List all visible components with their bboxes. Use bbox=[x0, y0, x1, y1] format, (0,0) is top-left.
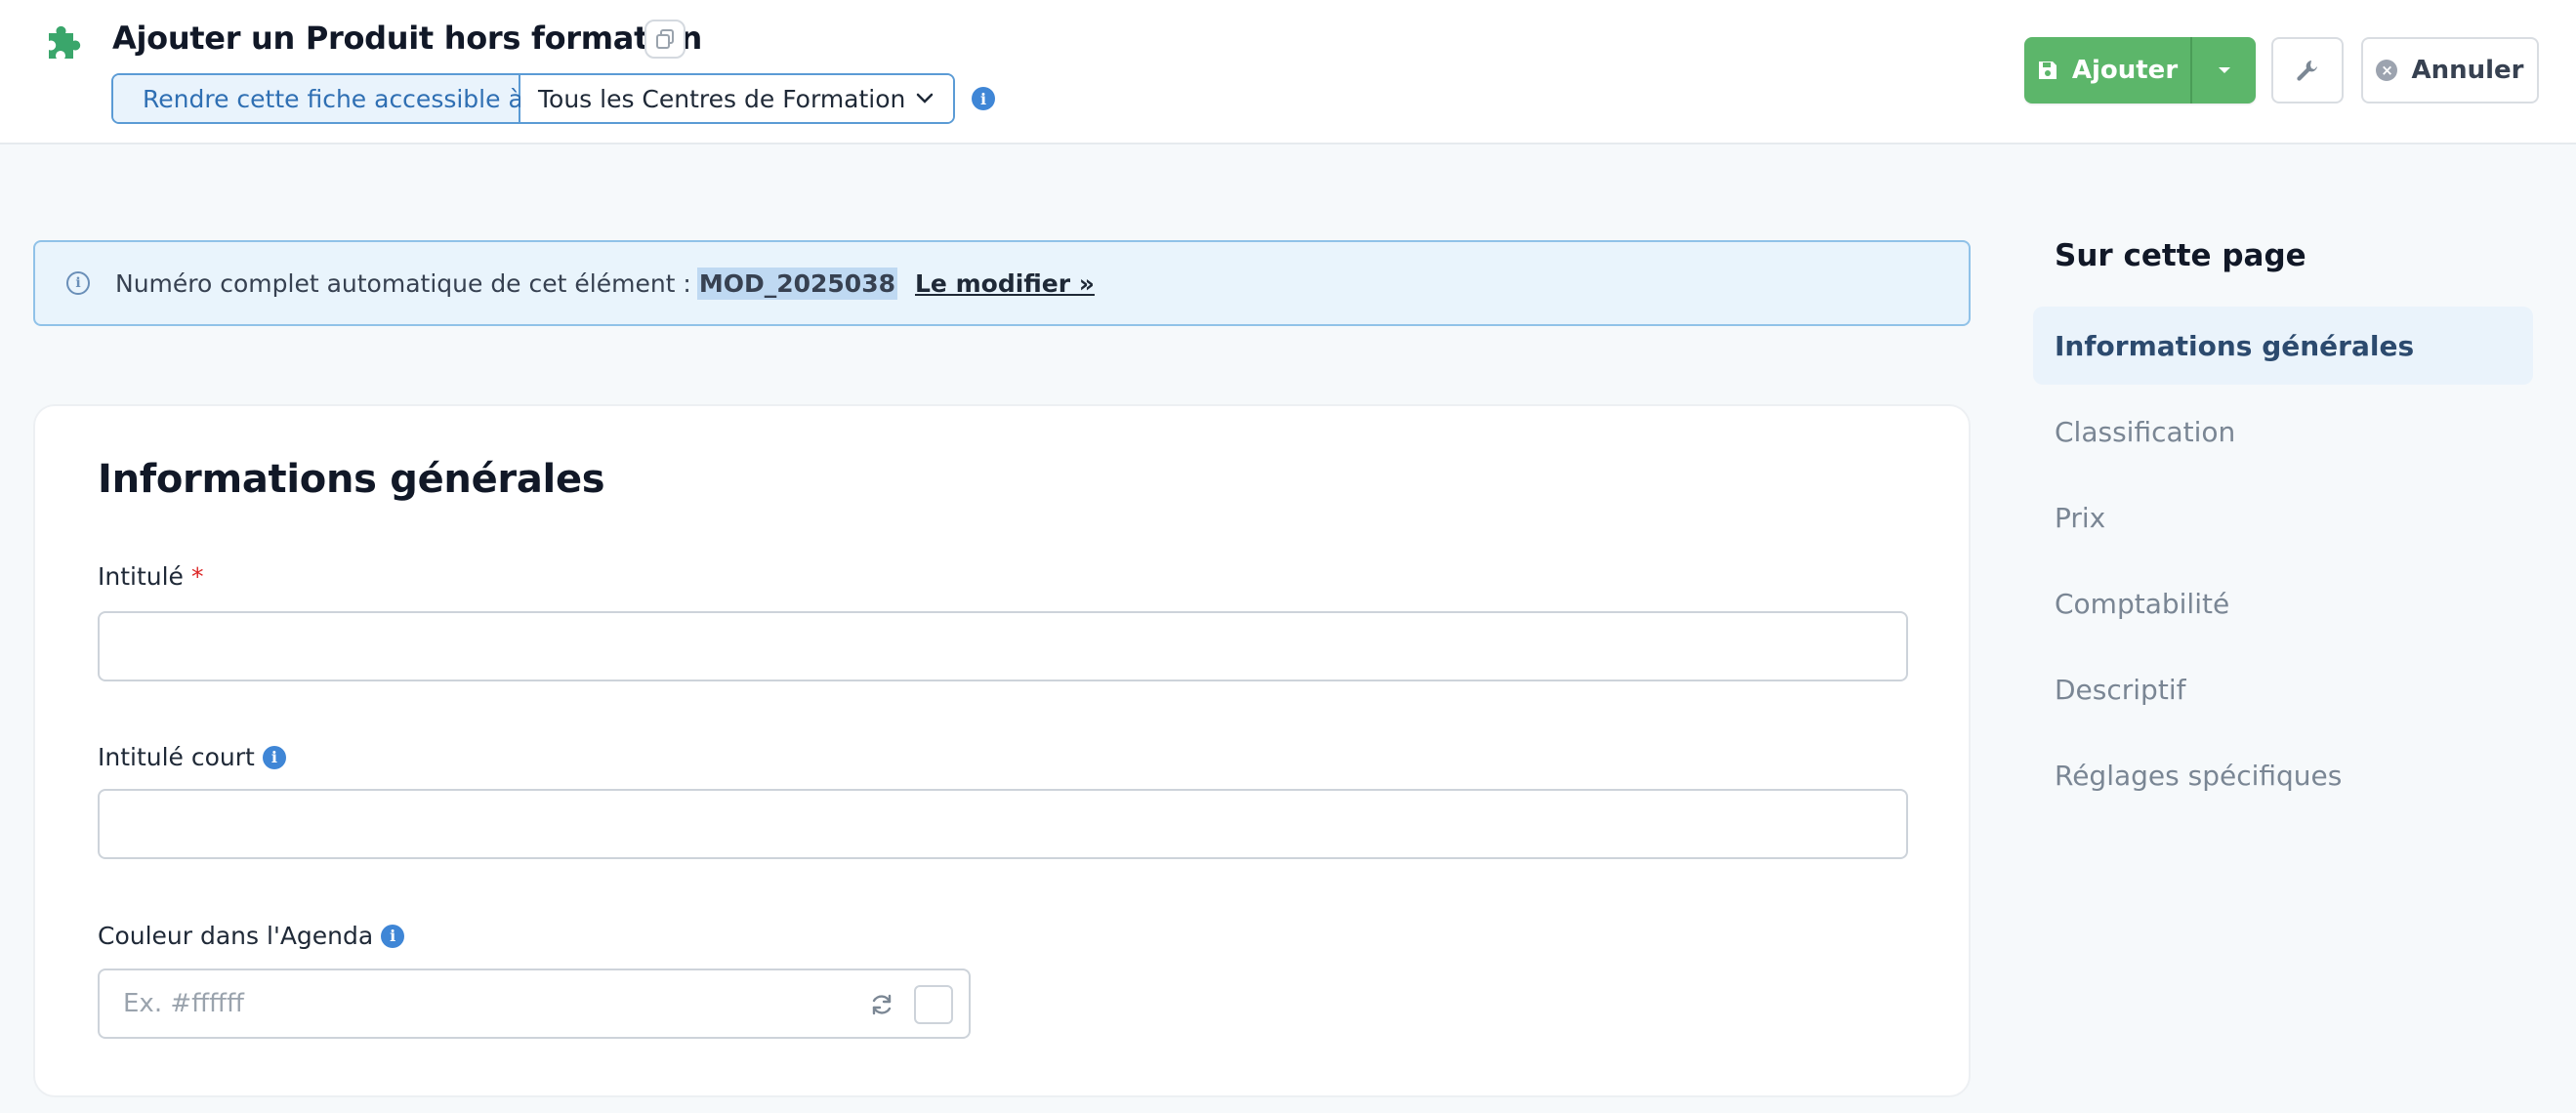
banner-text: Numéro complet automatique de cet élémen… bbox=[115, 268, 691, 298]
intitule-court-info-icon[interactable]: i bbox=[262, 745, 286, 769]
intitule-court-label: Intitulé court i bbox=[98, 743, 286, 771]
toc-nav: Informations générales Classification Pr… bbox=[2033, 307, 2533, 822]
page-header: Ajouter un Produit hors formation Rendre… bbox=[0, 0, 2576, 144]
page-title: Ajouter un Produit hors formation bbox=[112, 20, 702, 57]
toc-item-classification[interactable]: Classification bbox=[2033, 392, 2533, 471]
required-marker: * bbox=[190, 562, 204, 591]
wrench-icon bbox=[2297, 61, 2317, 81]
x-circle-icon: × bbox=[2376, 60, 2398, 81]
cancel-button-label: Annuler bbox=[2411, 56, 2524, 85]
intitule-input[interactable] bbox=[98, 611, 1908, 681]
color-input-placeholder: Ex. #ffffff bbox=[123, 989, 244, 1018]
toc-item-descriptif[interactable]: Descriptif bbox=[2033, 650, 2533, 728]
cancel-button[interactable]: × Annuler bbox=[2361, 37, 2539, 103]
intitule-label-text: Intitulé bbox=[98, 562, 184, 591]
access-label: Rendre cette fiche accessible à bbox=[113, 75, 523, 122]
add-button-label: Ajouter bbox=[2071, 56, 2179, 85]
general-info-card: Informations générales Intitulé * Intitu… bbox=[33, 404, 1971, 1097]
access-select[interactable]: Tous les Centres de Formation bbox=[520, 75, 953, 122]
copy-icon bbox=[656, 29, 674, 49]
color-input[interactable]: Ex. #ffffff bbox=[98, 969, 971, 1039]
intitule-label: Intitulé * bbox=[98, 562, 203, 591]
modify-code-link[interactable]: Le modifier » bbox=[915, 269, 1095, 298]
toc-item-reglages-specifiques[interactable]: Réglages spécifiques bbox=[2033, 736, 2533, 814]
puzzle-icon bbox=[49, 25, 81, 60]
access-selector[interactable]: Rendre cette fiche accessible à Tous les… bbox=[111, 73, 955, 124]
element-code: MOD_2025038 bbox=[696, 267, 897, 300]
chevron-down-icon bbox=[916, 93, 934, 103]
info-outline-icon: i bbox=[66, 271, 90, 295]
info-banner: i Numéro complet automatique de cet élém… bbox=[33, 240, 1971, 326]
couleur-label: Couleur dans l'Agenda i bbox=[98, 922, 405, 950]
intitule-court-input[interactable] bbox=[98, 789, 1908, 859]
couleur-label-text: Couleur dans l'Agenda bbox=[98, 922, 374, 950]
toc-item-comptabilite[interactable]: Comptabilité bbox=[2033, 564, 2533, 642]
add-dropdown-toggle[interactable] bbox=[2192, 37, 2256, 103]
access-info-icon[interactable]: i bbox=[972, 87, 995, 110]
floppy-disk-icon bbox=[2038, 62, 2057, 79]
toc-item-informations-generales[interactable]: Informations générales bbox=[2033, 307, 2533, 385]
access-select-value: Tous les Centres de Formation bbox=[538, 84, 906, 113]
add-button-group[interactable]: Ajouter bbox=[2024, 37, 2256, 103]
copy-button[interactable] bbox=[644, 20, 686, 59]
color-swatch[interactable] bbox=[914, 985, 953, 1024]
access-label-text: Rendre cette fiche accessible à bbox=[143, 84, 523, 113]
settings-button[interactable] bbox=[2271, 37, 2344, 103]
intitule-court-label-text: Intitulé court bbox=[98, 743, 255, 771]
caret-down-icon bbox=[2218, 67, 2230, 73]
couleur-info-icon[interactable]: i bbox=[381, 924, 405, 948]
refresh-icon[interactable] bbox=[869, 992, 894, 1017]
toc-title: Sur cette page bbox=[2055, 238, 2306, 273]
add-button[interactable]: Ajouter bbox=[2024, 37, 2192, 103]
toc-item-prix[interactable]: Prix bbox=[2033, 478, 2533, 556]
section-title: Informations générales bbox=[98, 457, 605, 502]
